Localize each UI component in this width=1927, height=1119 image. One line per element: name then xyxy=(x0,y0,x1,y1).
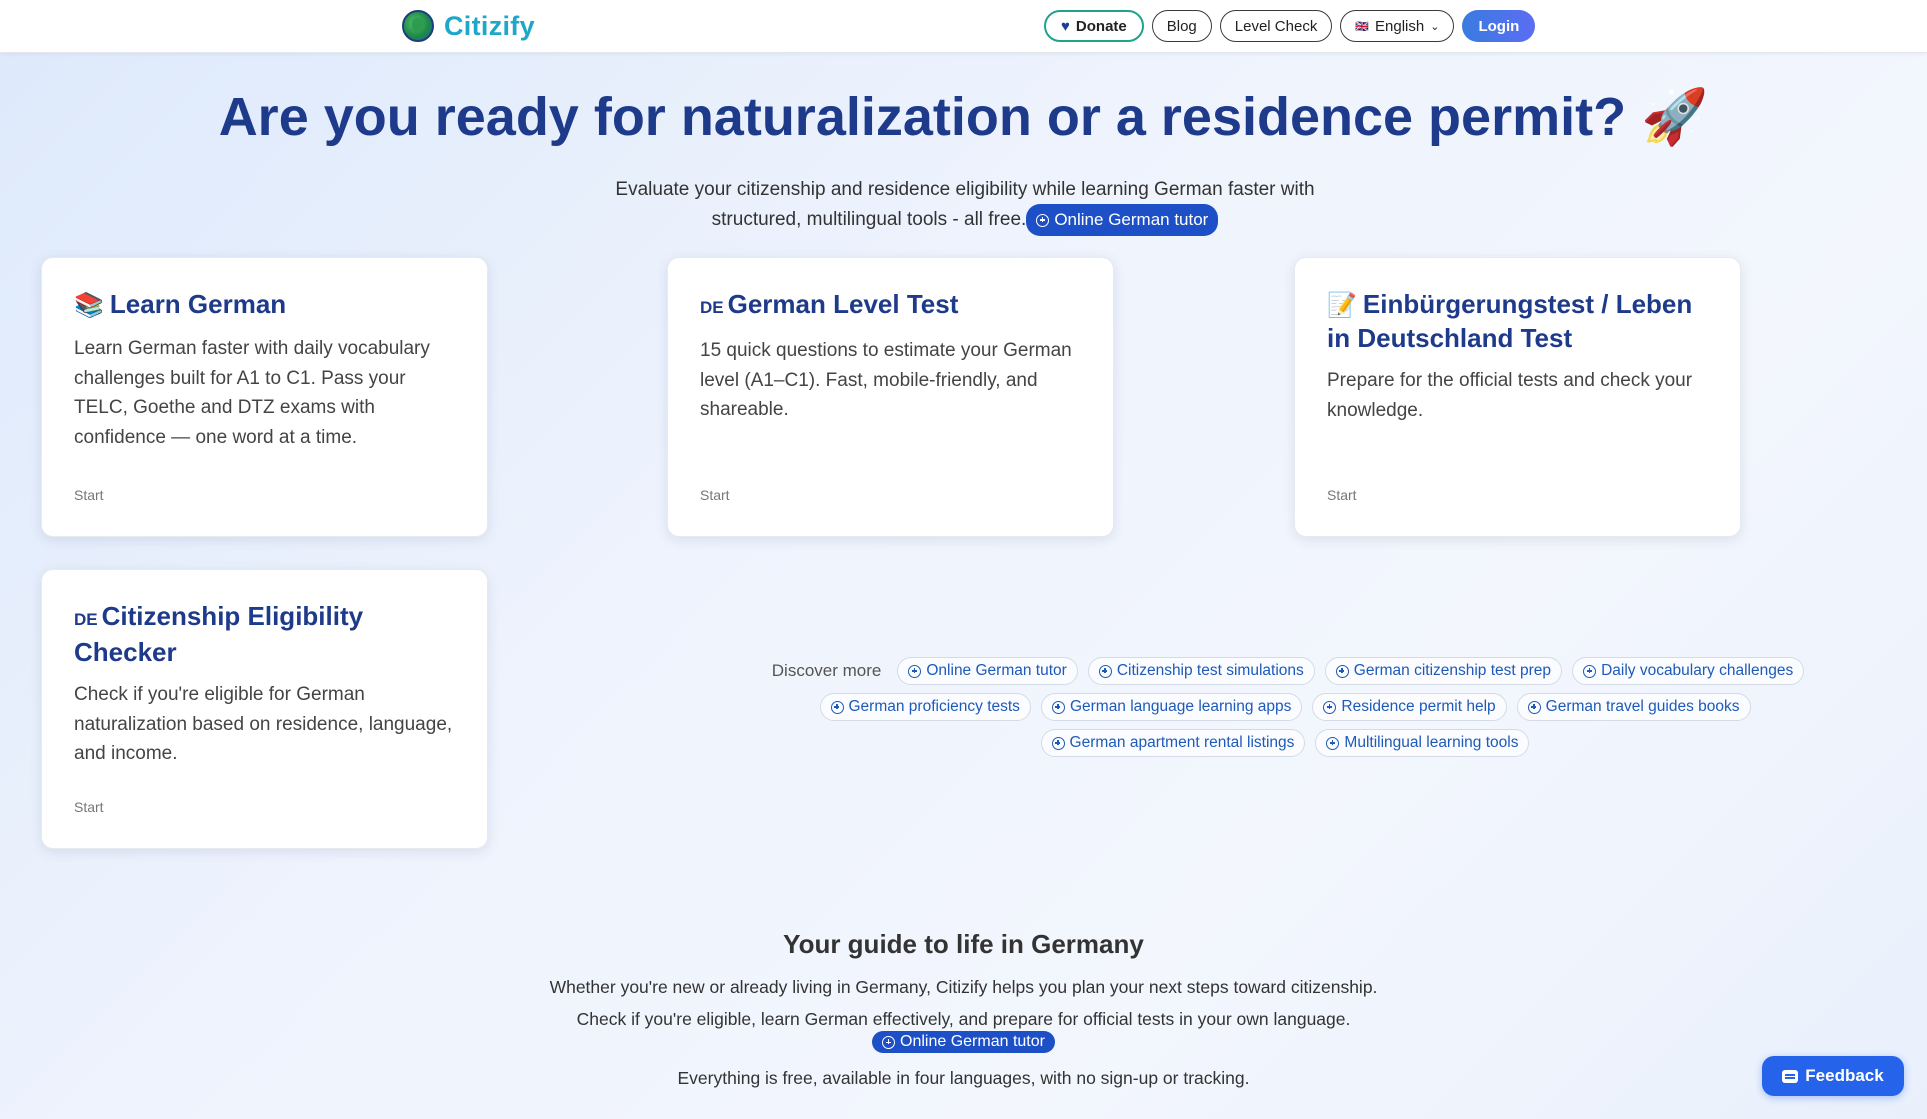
guide-line-2: Check if you're eligible, learn German e… xyxy=(576,1009,1351,1029)
plus-circle-icon xyxy=(1036,213,1050,227)
donate-label: Donate xyxy=(1075,17,1127,35)
plus-circle-icon xyxy=(830,700,844,714)
card-description: Prepare for the official tests and check… xyxy=(1327,370,1693,421)
card-title: 📚 Learn German xyxy=(74,288,455,322)
discover-row: German apartment rental listings Multili… xyxy=(750,729,1820,757)
hero-subtitle-line2: structured, multilingual tools - all fre… xyxy=(711,209,1027,231)
discover-chip[interactable]: German citizenship test prep xyxy=(1324,657,1563,685)
memo-icon: 📝 xyxy=(1327,292,1357,319)
plus-circle-icon xyxy=(882,1035,896,1049)
level-check-link[interactable]: Level Check xyxy=(1219,10,1333,42)
discover-more-section: Discover more Online German tutor Citize… xyxy=(750,657,1820,765)
card-description: Learn German faster with daily vocabular… xyxy=(74,338,430,448)
login-button[interactable]: Login xyxy=(1462,10,1536,42)
plus-circle-icon xyxy=(1323,700,1337,714)
discover-row: German proficiency tests German language… xyxy=(750,693,1820,721)
chip-label: Citizenship test simulations xyxy=(1116,662,1304,679)
chip-label: German apartment rental listings xyxy=(1069,734,1295,751)
guide-title: Your guide to life in Germany xyxy=(783,929,1144,959)
chip-label: Multilingual learning tools xyxy=(1344,734,1519,751)
discover-chip[interactable]: Online German tutor xyxy=(897,657,1078,685)
card-title: DE German Level Test xyxy=(700,288,1081,324)
online-tutor-chip[interactable]: Online German tutor xyxy=(1026,204,1219,236)
plus-circle-icon xyxy=(1051,736,1065,750)
discover-label: Discover more xyxy=(771,661,882,680)
card-description: Check if you're eligible for German natu… xyxy=(74,684,453,764)
guide-tutor-chip-wrap: Online German tutor xyxy=(0,1031,1927,1054)
donate-button[interactable]: ♥ Donate xyxy=(1044,10,1144,42)
heart-icon: ♥ xyxy=(1061,17,1070,35)
discover-row: Discover more Online German tutor Citize… xyxy=(750,657,1820,685)
discover-chip[interactable]: Residence permit help xyxy=(1312,693,1507,721)
hero-title: Are you ready for naturalization or a re… xyxy=(218,87,1709,147)
chip-label: German language learning apps xyxy=(1069,698,1292,715)
card-title-text: Einbürgerungstest / Leben in Deutschland… xyxy=(1327,289,1693,353)
logo[interactable]: Citizify xyxy=(402,10,535,42)
chip-label: Online German tutor xyxy=(926,662,1067,679)
feedback-label: Feedback xyxy=(1805,1066,1884,1085)
feedback-button[interactable]: Feedback xyxy=(1762,1056,1904,1096)
discover-chip[interactable]: Citizenship test simulations xyxy=(1087,657,1315,685)
card-learn-german[interactable]: 📚 Learn German Learn German faster with d… xyxy=(41,257,488,537)
hero-subtitle-line1: Evaluate your citizenship and residence … xyxy=(615,179,1315,200)
de-flag-icon: DE xyxy=(700,298,724,317)
card-start-link[interactable]: Start xyxy=(74,487,104,503)
plus-circle-icon xyxy=(1583,664,1597,678)
chip-label: German travel guides books xyxy=(1545,698,1740,715)
nav-menu: ♥ Donate Blog Level Check 🇬🇧 English ⌄ L… xyxy=(1044,10,1536,42)
globe-logo-icon xyxy=(402,10,434,42)
plus-circle-icon xyxy=(1527,700,1541,714)
card-title-text: German Level Test xyxy=(727,289,959,319)
card-title: DE Citizenship Eligibility Checker xyxy=(74,600,455,668)
card-start-link[interactable]: Start xyxy=(74,799,104,815)
discover-chip[interactable]: Daily vocabulary challenges xyxy=(1572,657,1805,685)
logo-text: Citizify xyxy=(444,10,535,41)
card-german-level-test[interactable]: DE German Level Test 15 quick questions t… xyxy=(667,257,1114,537)
books-icon: 📚 xyxy=(74,292,104,319)
chat-icon xyxy=(1782,1069,1799,1083)
chip-label: Daily vocabulary challenges xyxy=(1601,662,1794,679)
card-einbuergerungstest[interactable]: 📝 Einbürgerungstest / Leben in Deutschlan… xyxy=(1294,257,1741,537)
guide-line-1: Whether you're new or already living in … xyxy=(549,977,1378,997)
card-citizenship-checker[interactable]: DE Citizenship Eligibility Checker Check … xyxy=(41,569,488,849)
guide-line-3: Everything is free, available in four la… xyxy=(677,1068,1250,1088)
chip-label: Residence permit help xyxy=(1341,698,1496,715)
card-start-link[interactable]: Start xyxy=(1327,487,1357,503)
plus-circle-icon xyxy=(1098,664,1112,678)
card-title-text: Citizenship Eligibility Checker xyxy=(74,601,364,667)
plus-circle-icon xyxy=(908,664,922,678)
top-navbar: Citizify ♥ Donate Blog Level Check 🇬🇧 En… xyxy=(0,0,1927,53)
discover-chip[interactable]: German travel guides books xyxy=(1516,693,1751,721)
discover-chip[interactable]: Multilingual learning tools xyxy=(1315,729,1530,757)
online-tutor-chip[interactable]: Online German tutor xyxy=(872,1031,1055,1054)
card-title-text: Learn German xyxy=(109,289,287,319)
chevron-down-icon: ⌄ xyxy=(1430,20,1440,33)
blog-link[interactable]: Blog xyxy=(1151,10,1212,42)
card-description: 15 quick questions to estimate your Germ… xyxy=(700,340,1072,420)
language-label: English xyxy=(1375,17,1425,35)
card-title: 📝 Einbürgerungstest / Leben in Deutschlan… xyxy=(1327,288,1708,354)
plus-circle-icon xyxy=(1326,736,1340,750)
language-select[interactable]: 🇬🇧 English ⌄ xyxy=(1340,10,1455,42)
online-tutor-chip-label: Online German tutor xyxy=(1054,210,1209,229)
discover-chip[interactable]: German apartment rental listings xyxy=(1040,729,1306,757)
discover-chip[interactable]: German language learning apps xyxy=(1040,693,1303,721)
discover-chip[interactable]: German proficiency tests xyxy=(819,693,1031,721)
plus-circle-icon xyxy=(1051,700,1065,714)
uk-flag-icon: 🇬🇧 xyxy=(1355,20,1370,33)
online-tutor-chip-label: Online German tutor xyxy=(900,1033,1045,1051)
hero-subtitle: Evaluate your citizenship and residence … xyxy=(560,176,1370,236)
card-start-link[interactable]: Start xyxy=(700,487,730,503)
chip-label: German citizenship test prep xyxy=(1353,662,1552,679)
chip-label: German proficiency tests xyxy=(848,698,1020,715)
de-flag-icon: DE xyxy=(74,610,98,629)
plus-circle-icon xyxy=(1335,664,1349,678)
